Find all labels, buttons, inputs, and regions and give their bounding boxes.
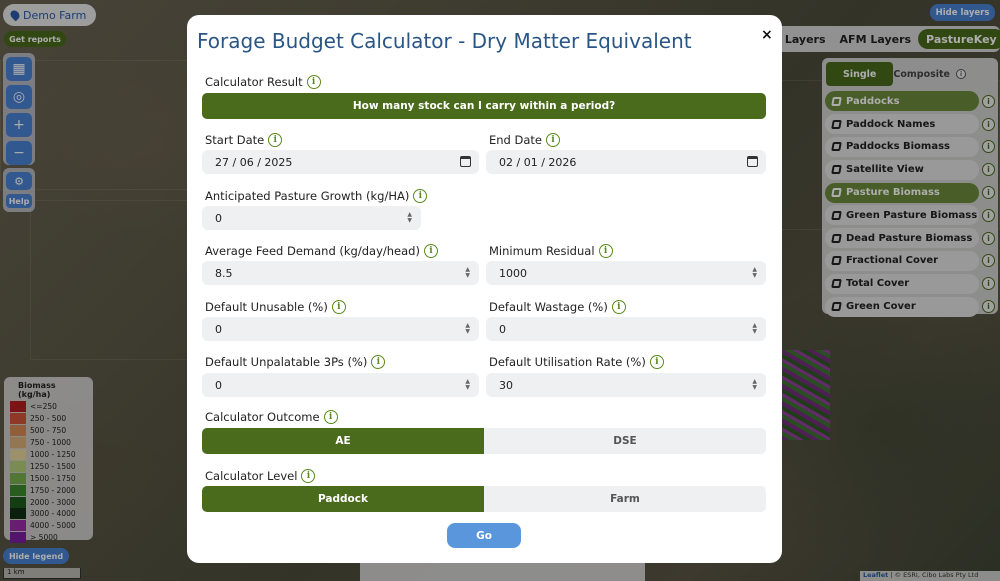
min-residual-input[interactable]: 1000 ▲ ▼ (486, 261, 766, 285)
utilisation-label: Default Utilisation Rate (%) i (489, 355, 664, 369)
spinner-icon[interactable]: ▲ ▼ (752, 379, 757, 391)
end-date-input[interactable]: 02 / 01 / 2026 (486, 150, 766, 174)
level-toggle: Paddock Farm (202, 486, 766, 512)
unpalatable-label: Default Unpalatable 3Ps (%) i (205, 355, 386, 369)
pasture-growth-label: Anticipated Pasture Growth (kg/HA) i (205, 189, 428, 203)
outcome-option[interactable]: AE (202, 428, 484, 454)
spinner-icon[interactable]: ▲ ▼ (465, 323, 470, 335)
utilisation-value: 30 (499, 378, 513, 392)
info-icon[interactable]: i (301, 469, 316, 483)
wastage-value: 0 (499, 322, 506, 336)
unpalatable-value: 0 (215, 378, 222, 392)
info-icon[interactable]: i (423, 244, 438, 258)
start-date-input[interactable]: 27 / 06 / 2025 (202, 150, 479, 174)
calculator-result-label: Calculator Result i (205, 75, 321, 89)
spinner-icon[interactable]: ▲ ▼ (465, 267, 470, 279)
info-icon[interactable]: i (306, 75, 321, 89)
spinner-icon[interactable]: ▲ ▼ (407, 212, 412, 224)
feed-demand-label: Average Feed Demand (kg/day/head) i (205, 244, 438, 258)
spinner-icon[interactable]: ▲ ▼ (752, 323, 757, 335)
go-button[interactable]: Go (447, 523, 521, 548)
min-residual-label: Minimum Residual i (489, 244, 613, 258)
min-residual-value: 1000 (499, 266, 527, 280)
wastage-label: Default Wastage (%) i (489, 300, 626, 314)
info-icon[interactable]: i (611, 300, 626, 314)
pasture-growth-value: 0 (215, 211, 222, 225)
info-icon[interactable]: i (413, 189, 428, 203)
info-icon[interactable]: i (323, 410, 338, 424)
spinner-icon[interactable]: ▲ ▼ (752, 267, 757, 279)
level-label: Calculator Level i (205, 469, 316, 483)
unpalatable-input[interactable]: 0 ▲ ▼ (202, 373, 479, 397)
spinner-icon[interactable]: ▲ ▼ (465, 379, 470, 391)
calculator-result-select[interactable]: How many stock can I carry within a peri… (202, 93, 766, 119)
unusable-value: 0 (215, 322, 222, 336)
utilisation-input[interactable]: 30 ▲ ▼ (486, 373, 766, 397)
level-option[interactable]: Paddock (202, 486, 484, 512)
forage-budget-modal: Forage Budget Calculator - Dry Matter Eq… (187, 15, 782, 563)
start-date-label: Start Date i (205, 133, 283, 147)
unusable-input[interactable]: 0 ▲ ▼ (202, 317, 479, 341)
calendar-icon[interactable] (747, 156, 758, 167)
outcome-option[interactable]: DSE (484, 428, 766, 454)
unusable-label: Default Unusable (%) i (205, 300, 346, 314)
wastage-input[interactable]: 0 ▲ ▼ (486, 317, 766, 341)
level-option[interactable]: Farm (484, 486, 766, 512)
info-icon[interactable]: i (546, 133, 560, 147)
end-date-label: End Date i (489, 133, 560, 147)
info-icon[interactable]: i (371, 355, 386, 369)
info-icon[interactable]: i (331, 300, 346, 314)
calendar-icon[interactable] (460, 156, 471, 167)
info-icon[interactable]: i (649, 355, 664, 369)
feed-demand-value: 8.5 (215, 266, 233, 280)
pasture-growth-input[interactable]: 0 ▲ ▼ (202, 206, 421, 230)
start-date-value: 27 / 06 / 2025 (215, 155, 293, 169)
outcome-label: Calculator Outcome i (205, 410, 338, 424)
info-icon[interactable]: i (598, 244, 613, 258)
close-icon[interactable]: × (761, 27, 773, 43)
feed-demand-input[interactable]: 8.5 ▲ ▼ (202, 261, 479, 285)
end-date-value: 02 / 01 / 2026 (499, 155, 577, 169)
info-icon[interactable]: i (268, 133, 283, 147)
outcome-toggle: AE DSE (202, 428, 766, 454)
modal-title: Forage Budget Calculator - Dry Matter Eq… (197, 29, 692, 53)
